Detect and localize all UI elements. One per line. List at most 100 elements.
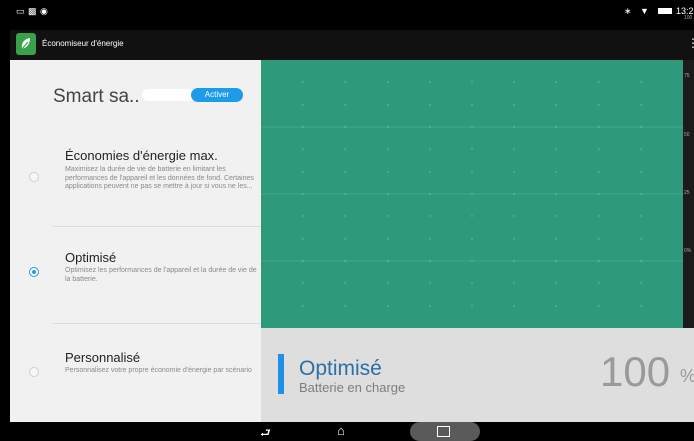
grid-dot <box>429 282 431 284</box>
status-bar: ▭ ▩ ◉ ∗ ▼ 13:2 <box>10 0 694 30</box>
grid-dot <box>640 81 642 83</box>
divider <box>53 226 261 227</box>
grid-dot <box>640 238 642 240</box>
screen: ▭ ▩ ◉ ∗ ▼ 13:2 Économiseur d'énergie ⋮ S… <box>10 0 694 441</box>
current-mode-label: Optimisé <box>299 357 382 380</box>
radio-max-saving[interactable] <box>29 172 39 182</box>
grid-dot <box>513 282 515 284</box>
grid-dot <box>387 260 389 262</box>
grid-dot <box>471 305 473 307</box>
percent-sign: % <box>680 366 694 387</box>
y-tick-label: 25 <box>684 190 690 196</box>
grid-dot <box>640 260 642 262</box>
grid-dot <box>471 215 473 217</box>
grid-dot <box>387 282 389 284</box>
radio-custom[interactable] <box>29 367 39 377</box>
grid-dot <box>555 215 557 217</box>
grid-dot <box>513 81 515 83</box>
grid-dot <box>387 215 389 217</box>
grid-dot <box>513 215 515 217</box>
grid-dot <box>555 104 557 106</box>
grid-dot <box>344 260 346 262</box>
option-title: Économies d'énergie max. <box>65 148 218 163</box>
grid-dot <box>429 148 431 150</box>
grid-dot <box>640 215 642 217</box>
leaf-icon <box>16 33 36 55</box>
notification-icon: ▩ <box>28 6 37 16</box>
grid-dot <box>598 305 600 307</box>
grid-dot <box>344 193 346 195</box>
grid-dot <box>429 171 431 173</box>
grid-dot <box>429 81 431 83</box>
grid-dot <box>513 148 515 150</box>
grid-dot <box>555 305 557 307</box>
y-tick-label: 75 <box>684 73 690 79</box>
grid-dot <box>302 148 304 150</box>
battery-icon <box>658 8 672 14</box>
grid-dot <box>513 238 515 240</box>
grid-dot <box>598 193 600 195</box>
grid-dot <box>471 193 473 195</box>
wifi-icon: ▼ <box>640 6 649 16</box>
option-description: Personnalisez votre propre économie d'én… <box>65 367 252 374</box>
grid-dot <box>344 148 346 150</box>
option-optimized[interactable]: Optimisé Optimisez les performances de l… <box>10 250 261 320</box>
grid-dot <box>344 126 346 128</box>
grid-dot <box>513 104 515 106</box>
option-description: Optimisez les performances de l'appareil… <box>65 267 257 283</box>
grid-dot <box>387 171 389 173</box>
grid-dot <box>387 148 389 150</box>
grid-dot <box>598 104 600 106</box>
grid-dot <box>513 305 515 307</box>
grid-dot <box>598 126 600 128</box>
grid-dot <box>471 81 473 83</box>
grid-dot <box>471 282 473 284</box>
grid-dot <box>555 171 557 173</box>
grid-dot <box>555 148 557 150</box>
grid-dot <box>344 282 346 284</box>
grid-dot <box>640 126 642 128</box>
overflow-menu-icon[interactable]: ⋮ <box>687 37 694 49</box>
bluetooth-icon: ∗ <box>624 6 632 16</box>
grid-dot <box>302 305 304 307</box>
chart-grid <box>261 60 683 328</box>
grid-dot <box>344 215 346 217</box>
grid-dot <box>640 104 642 106</box>
grid-dot <box>429 193 431 195</box>
recent-apps-icon[interactable] <box>437 426 450 437</box>
grid-dot <box>598 148 600 150</box>
smart-saving-title: Smart sa.. <box>53 86 140 107</box>
grid-dot <box>598 260 600 262</box>
grid-dot <box>471 104 473 106</box>
grid-dot <box>471 126 473 128</box>
grid-dot <box>513 260 515 262</box>
android-icon: ◉ <box>40 6 48 16</box>
grid-dot <box>387 81 389 83</box>
activate-button[interactable]: Activer <box>191 88 243 102</box>
option-custom[interactable]: Personnalisé Personnalisez votre propre … <box>10 350 261 420</box>
grid-dot <box>302 126 304 128</box>
grid-dot <box>429 305 431 307</box>
grid-dot <box>513 126 515 128</box>
back-icon[interactable]: ⮐ <box>260 424 271 441</box>
grid-dot <box>471 260 473 262</box>
grid-dot <box>598 238 600 240</box>
grid-dot <box>555 81 557 83</box>
grid-dot <box>302 215 304 217</box>
status-accent-bar <box>278 354 284 394</box>
grid-dot <box>344 171 346 173</box>
grid-dot <box>598 215 600 217</box>
y-tick-label: 0% <box>684 248 692 254</box>
grid-dot <box>344 238 346 240</box>
navigation-bar: ⮐ ⌂ <box>10 422 694 441</box>
grid-dot <box>555 193 557 195</box>
grid-dot <box>598 282 600 284</box>
home-icon[interactable]: ⌂ <box>337 423 345 438</box>
grid-dot <box>429 126 431 128</box>
grid-dot <box>429 260 431 262</box>
charging-status: Batterie en charge <box>299 380 406 395</box>
battery-percent: 100 <box>600 348 671 395</box>
option-max-saving[interactable]: Économies d'énergie max. Maximisez la du… <box>10 142 261 230</box>
mode-list-panel: Smart sa.. Activer Économies d'énergie m… <box>10 60 261 422</box>
radio-optimized[interactable] <box>29 267 39 277</box>
